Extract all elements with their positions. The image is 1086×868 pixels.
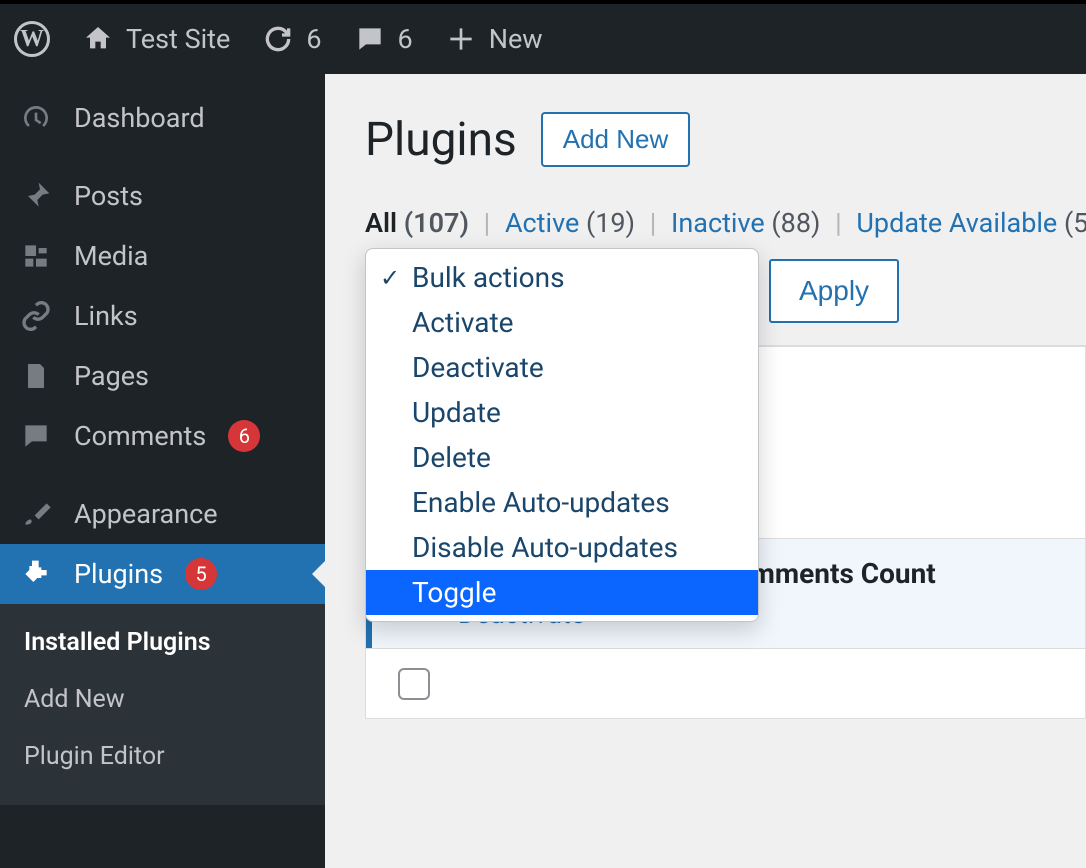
menu-media[interactable]: Media	[0, 226, 325, 286]
admin-sidebar: Dashboard Posts Media Links Pages Commen…	[0, 74, 325, 868]
submenu-installed-plugins[interactable]: Installed Plugins	[0, 614, 325, 671]
menu-posts[interactable]: Posts	[0, 166, 325, 226]
page-icon	[20, 360, 56, 392]
admin-bar: W Test Site 6 6 New	[0, 0, 1086, 74]
add-new-button[interactable]: Add New	[541, 112, 691, 167]
site-title: Test Site	[126, 23, 230, 55]
menu-plugins[interactable]: Plugins 5	[0, 544, 325, 604]
filter-all[interactable]: All (107)	[365, 207, 476, 239]
menu-label: Comments	[74, 420, 206, 452]
comment-icon	[354, 23, 386, 55]
media-icon	[20, 240, 56, 272]
updates-count: 6	[306, 23, 321, 55]
bulk-option-delete[interactable]: Delete	[366, 435, 758, 480]
comments-count: 6	[398, 23, 413, 55]
menu-label: Links	[74, 300, 138, 332]
menu-appearance[interactable]: Appearance	[0, 484, 325, 544]
menu-label: Plugins	[74, 558, 163, 590]
menu-comments[interactable]: Comments 6	[0, 406, 325, 466]
plugin-status-filters: All (107) | Active (19) | Inactive (88) …	[365, 207, 1086, 239]
bulk-option-toggle[interactable]: Toggle	[366, 570, 758, 615]
dashboard-icon	[20, 102, 56, 134]
menu-label: Media	[74, 240, 148, 272]
bulk-option-activate[interactable]: Activate	[366, 300, 758, 345]
plugin-icon	[20, 558, 56, 590]
filter-update-available[interactable]: Update Available (5	[856, 207, 1086, 239]
bulk-option-deactivate[interactable]: Deactivate	[366, 345, 758, 390]
plugin-row	[366, 648, 1085, 718]
apply-button[interactable]: Apply	[769, 259, 899, 323]
wp-logo-menu[interactable]: W	[0, 21, 66, 57]
bulk-option-default[interactable]: Bulk actions	[366, 255, 758, 300]
menu-pages[interactable]: Pages	[0, 346, 325, 406]
filter-active[interactable]: Active (19)	[505, 207, 642, 239]
plugin-checkbox[interactable]	[398, 668, 430, 700]
submenu-add-new[interactable]: Add New	[0, 671, 325, 728]
refresh-icon	[262, 23, 294, 55]
menu-label: Pages	[74, 360, 149, 392]
plugins-submenu: Installed Plugins Add New Plugin Editor	[0, 604, 325, 805]
bulk-option-disable-autoupdate[interactable]: Disable Auto-updates	[366, 525, 758, 570]
new-content-menu[interactable]: New	[429, 23, 559, 55]
filter-inactive[interactable]: Inactive (88)	[671, 207, 827, 239]
bulk-actions-dropdown[interactable]: Bulk actions Activate Deactivate Update …	[365, 248, 759, 622]
comments-badge: 6	[228, 420, 260, 452]
menu-links[interactable]: Links	[0, 286, 325, 346]
menu-label: Posts	[74, 180, 143, 212]
site-menu[interactable]: Test Site	[66, 23, 246, 55]
comments-menu[interactable]: 6	[338, 23, 429, 55]
bulk-option-update[interactable]: Update	[366, 390, 758, 435]
home-icon	[82, 23, 114, 55]
link-icon	[20, 300, 56, 332]
page-title: Plugins	[365, 113, 517, 167]
comment-icon	[20, 420, 56, 452]
new-label: New	[489, 23, 543, 55]
menu-label: Appearance	[74, 498, 218, 530]
menu-dashboard[interactable]: Dashboard	[0, 88, 325, 148]
submenu-plugin-editor[interactable]: Plugin Editor	[0, 728, 325, 785]
menu-label: Dashboard	[74, 102, 205, 134]
pin-icon	[20, 180, 56, 212]
bulk-option-enable-autoupdate[interactable]: Enable Auto-updates	[366, 480, 758, 525]
brush-icon	[20, 498, 56, 530]
plus-icon	[445, 23, 477, 55]
wordpress-logo-icon: W	[14, 21, 50, 57]
plugins-badge: 5	[185, 558, 217, 590]
updates-menu[interactable]: 6	[246, 23, 337, 55]
